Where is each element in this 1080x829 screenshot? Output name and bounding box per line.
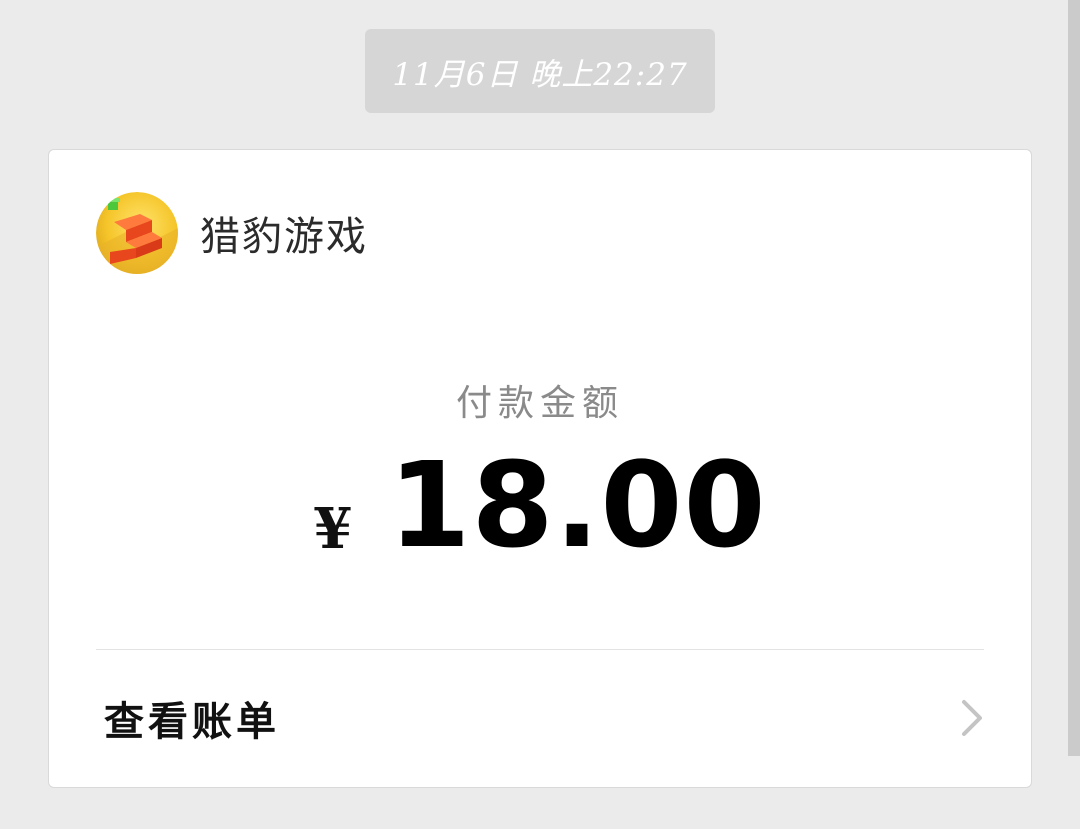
view-bill-link[interactable]: 查看账单 <box>96 672 986 764</box>
payment-amount-row: ¥ 18.00 <box>49 446 1031 564</box>
chevron-right-icon <box>958 698 988 738</box>
merchant-name: 猎豹游戏 <box>200 214 368 260</box>
scrollbar[interactable] <box>1068 0 1080 756</box>
payment-amount-label: 付款金额 <box>455 383 624 424</box>
payment-amount: 18.00 <box>388 436 767 574</box>
view-bill-label: 查看账单 <box>104 698 280 745</box>
message-timestamp: 11月6日 晚上22:27 <box>365 29 715 113</box>
merchant-header: 猎豹游戏 <box>96 192 368 274</box>
game-logo-icon <box>96 192 178 274</box>
divider <box>96 649 984 650</box>
currency-symbol: ¥ <box>313 496 353 562</box>
payment-card: 猎豹游戏 付款金额 ¥ 18.00 查看账单 <box>48 149 1032 788</box>
